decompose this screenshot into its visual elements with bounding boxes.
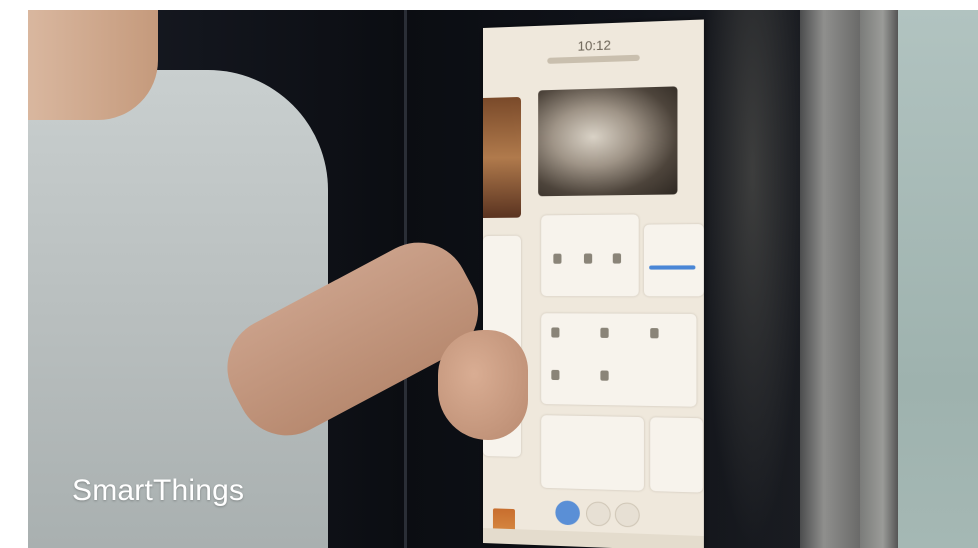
scenes-card[interactable] [541, 313, 697, 407]
devices-card[interactable] [541, 214, 639, 297]
screen-clock: 10:12 [577, 37, 611, 54]
app-dock [555, 500, 669, 534]
calendar-card[interactable] [650, 417, 703, 493]
refrigerator-frame [800, 10, 860, 548]
progress-bar [649, 265, 696, 270]
home-icon[interactable] [555, 500, 580, 526]
chat-icon[interactable] [586, 501, 611, 527]
device-icon [612, 253, 622, 264]
weather-card[interactable] [541, 415, 644, 491]
wall-right [898, 10, 978, 548]
brand-caption: SmartThings [72, 474, 245, 507]
scene-icon [551, 369, 560, 381]
screen-date-bar [547, 54, 640, 64]
scene-icon [650, 328, 659, 339]
door-reflection [700, 10, 805, 548]
person-neck [28, 10, 158, 120]
refrigerator-edge [860, 10, 898, 548]
fridge-touchscreen: 10:12 [483, 19, 704, 548]
device-icon [553, 253, 562, 264]
settings-icon[interactable] [614, 502, 640, 528]
video-frame: 10:12 SmartThings [0, 0, 978, 548]
scene-icon [551, 327, 560, 338]
person-hand [438, 330, 528, 440]
scene-icon [600, 370, 609, 381]
device-icon [583, 253, 593, 264]
status-card[interactable] [643, 224, 704, 297]
kitchen-scene: 10:12 [28, 10, 978, 548]
food-photo-widget[interactable] [483, 96, 522, 218]
baby-camera-widget[interactable] [538, 86, 678, 197]
scene-icon [600, 327, 609, 338]
